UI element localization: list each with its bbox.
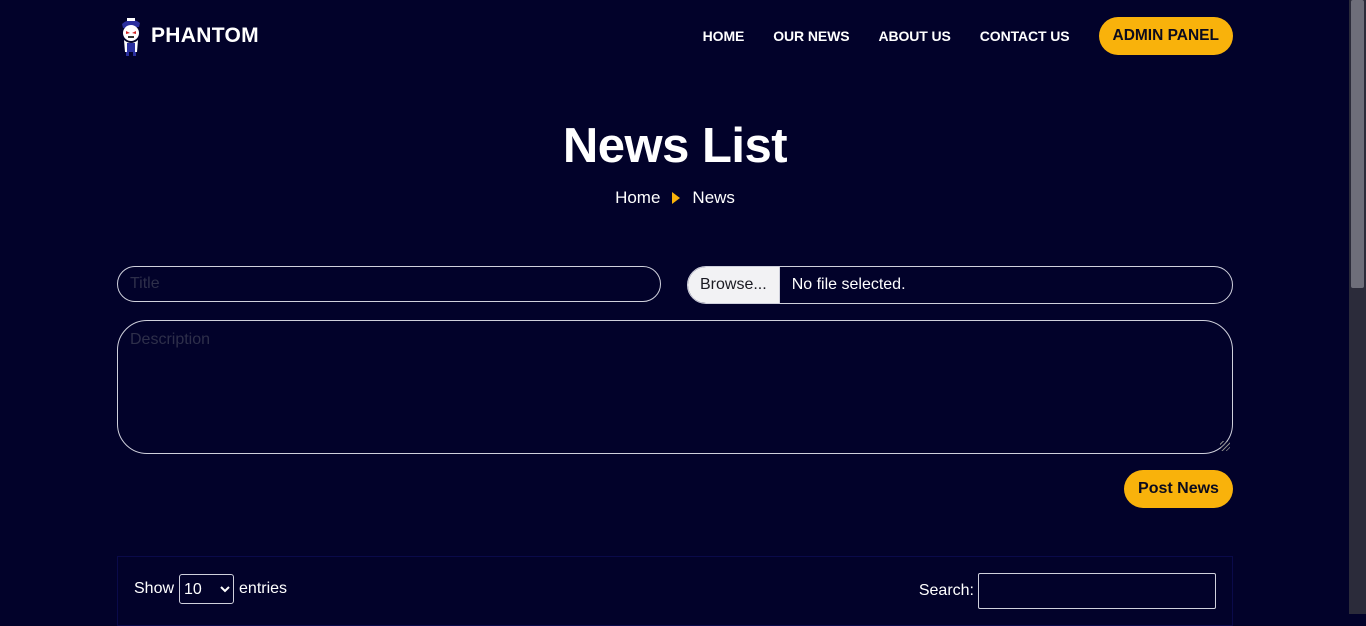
nav-home[interactable]: HOME (703, 28, 745, 44)
nav-about-us[interactable]: ABOUT US (878, 28, 950, 44)
file-status: No file selected. (791, 276, 906, 293)
breadcrumb-arrow-icon (672, 192, 681, 204)
scrollbar-thumb[interactable] (1351, 0, 1364, 288)
nav-our-news[interactable]: OUR NEWS (773, 28, 849, 44)
breadcrumb-home[interactable]: Home (615, 188, 660, 208)
textarea-resize-handle[interactable] (1220, 441, 1230, 451)
page-title: News List (562, 119, 788, 173)
phantom-mascot-icon (122, 18, 140, 56)
admin-panel-button[interactable]: ADMIN PANEL (1098, 17, 1233, 55)
logo[interactable]: PHANTOM (117, 14, 259, 58)
show-label: Show (134, 580, 175, 597)
breadcrumb: Home News (0, 188, 1350, 208)
site-header: PHANTOM HOME OUR NEWS ABOUT US CONTACT U… (117, 14, 1233, 58)
search-label: Search: (918, 582, 974, 599)
entries-label: entries (239, 580, 288, 597)
brand-name: PHANTOM (151, 24, 259, 47)
entries-length-control: Show 10 entries (134, 574, 287, 604)
breadcrumb-current: News (692, 188, 735, 207)
news-table-panel: Show 10 entries Search: (117, 556, 1233, 626)
browse-button[interactable]: Browse... (688, 267, 780, 303)
table-search: Search: (919, 573, 1216, 609)
page-scrollbar[interactable] (1349, 0, 1366, 614)
title-input[interactable] (117, 266, 661, 302)
search-input[interactable] (978, 573, 1216, 609)
entries-select[interactable]: 10 (179, 574, 235, 604)
main-nav: HOME OUR NEWS ABOUT US CONTACT US ADMIN … (674, 14, 1233, 58)
description-textarea[interactable] (117, 320, 1233, 454)
file-input[interactable]: Browse... No file selected. (687, 266, 1233, 304)
post-news-button[interactable]: Post News (1124, 470, 1233, 508)
nav-contact-us[interactable]: CONTACT US (980, 28, 1070, 44)
